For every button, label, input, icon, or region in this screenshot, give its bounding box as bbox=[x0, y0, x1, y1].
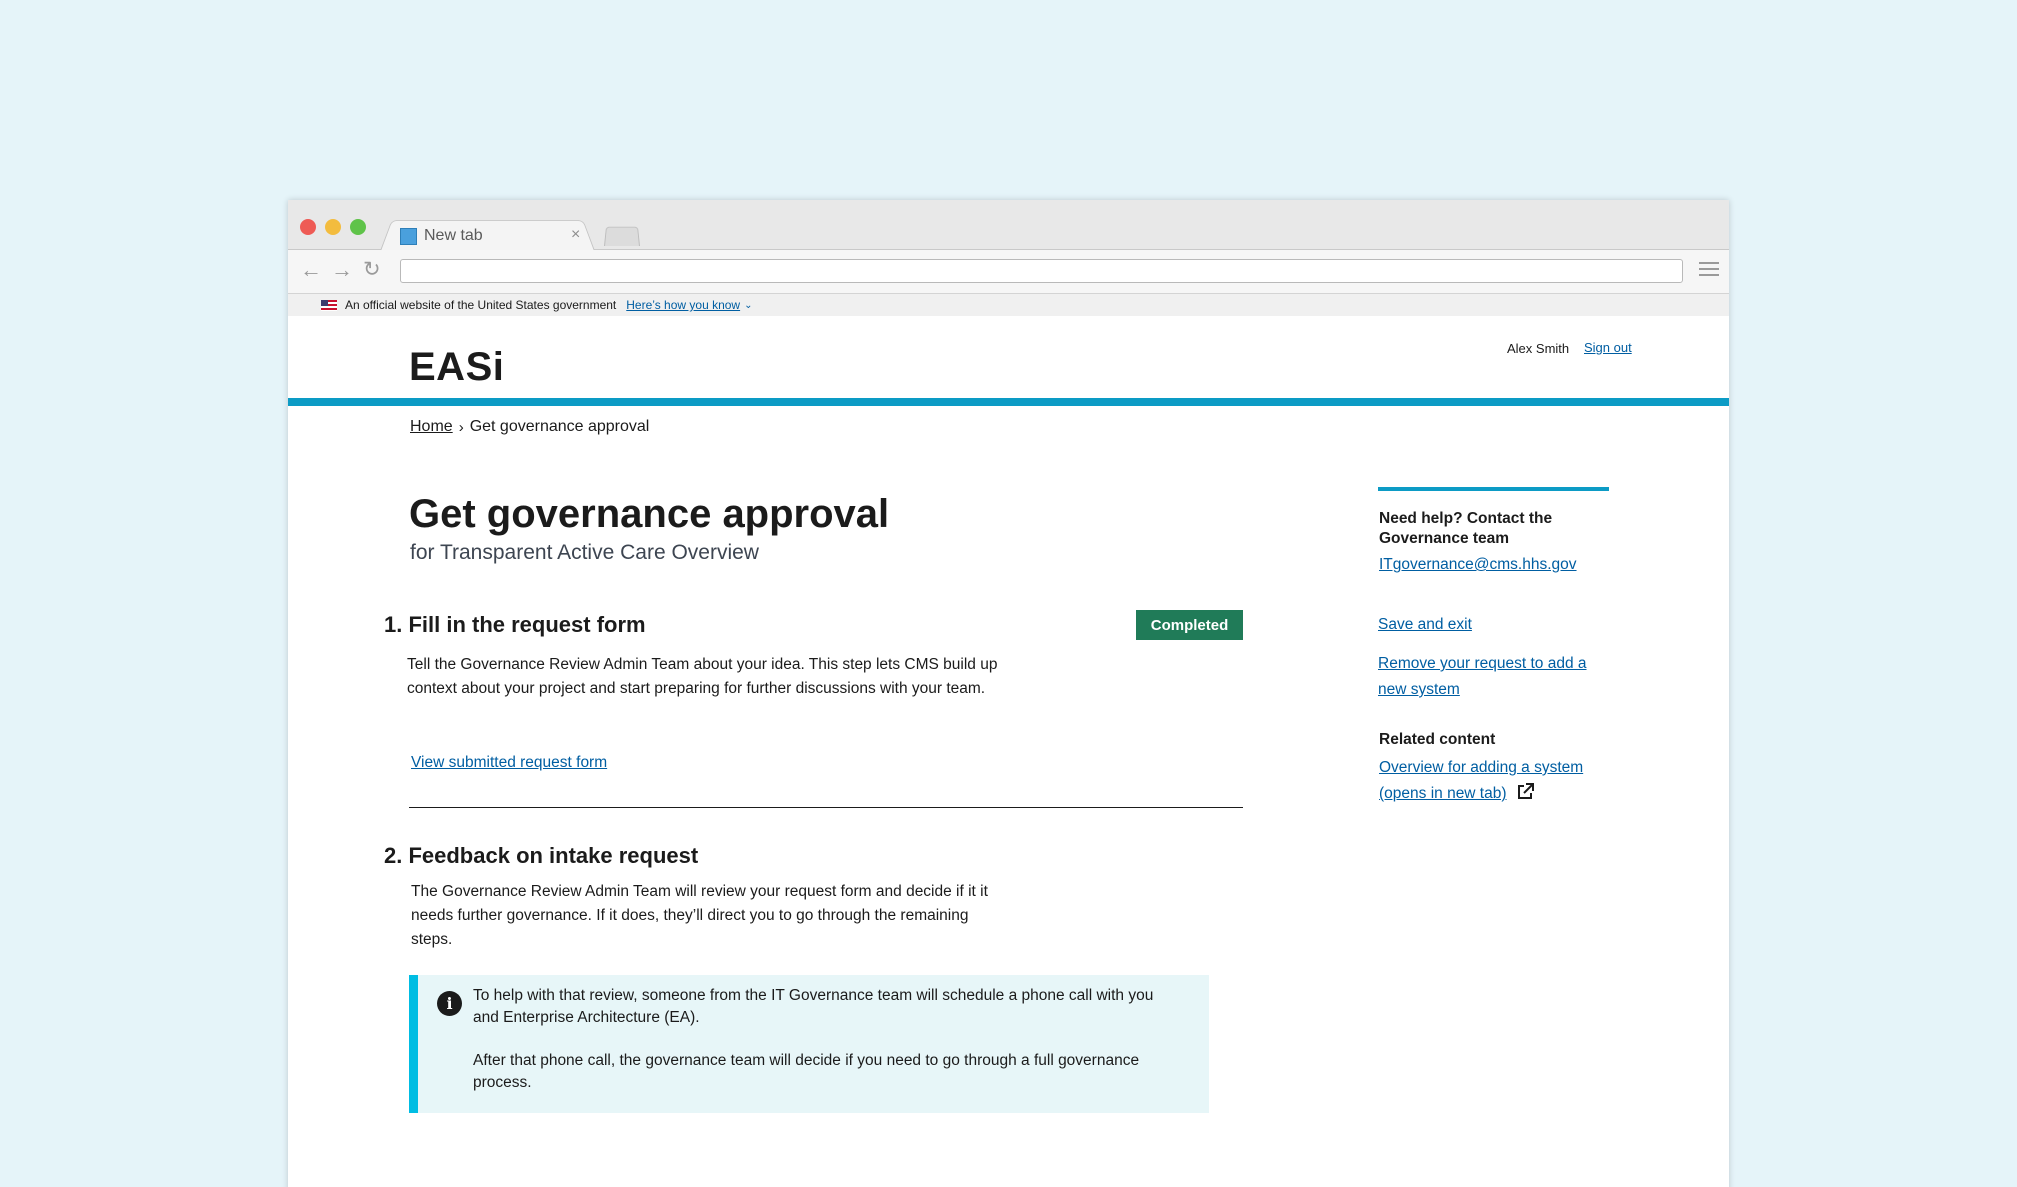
info-icon: i bbox=[437, 991, 462, 1016]
view-request-form-link[interactable]: View submitted request form bbox=[411, 754, 607, 772]
chevron-down-icon[interactable]: ⌄ bbox=[744, 300, 752, 311]
browser-window: New tab × ← → ↻ An official website of t… bbox=[288, 200, 1729, 1187]
browser-tab-bar: New tab × bbox=[288, 200, 1729, 251]
reload-icon[interactable]: ↻ bbox=[363, 258, 381, 282]
hamburger-menu-icon[interactable] bbox=[1699, 262, 1719, 278]
step-2-title: 2. Feedback on intake request bbox=[384, 843, 699, 868]
breadcrumb-current: Get governance approval bbox=[469, 418, 650, 435]
new-tab-button[interactable] bbox=[604, 226, 640, 246]
status-badge: Completed bbox=[1136, 610, 1243, 640]
tab-title: New tab bbox=[424, 227, 483, 244]
remove-request-link[interactable]: Remove your request to add a new system bbox=[1378, 651, 1613, 703]
maximize-window-button[interactable] bbox=[350, 219, 366, 235]
save-exit-link[interactable]: Save and exit bbox=[1378, 612, 1613, 638]
us-flag-icon bbox=[321, 299, 337, 311]
related-content-heading: Related content bbox=[1379, 731, 1496, 748]
close-window-button[interactable] bbox=[300, 219, 316, 235]
breadcrumb-home-link[interactable]: Home bbox=[410, 418, 453, 436]
browser-toolbar: ← → ↻ bbox=[288, 250, 1729, 294]
help-heading: Need help? Contact the Governance team bbox=[1379, 510, 1553, 547]
user-name: Alex Smith bbox=[1507, 341, 1570, 356]
step-1-description: Tell the Governance Review Admin Team ab… bbox=[407, 656, 998, 697]
minimize-window-button[interactable] bbox=[325, 219, 341, 235]
sidebar-accent-bar bbox=[1378, 487, 1609, 491]
browser-tab-content[interactable]: New tab bbox=[400, 226, 483, 246]
site-header: EASi Alex Smith Sign out bbox=[288, 316, 1729, 406]
gov-banner-text: An official website of the United States… bbox=[345, 298, 617, 312]
header-accent-bar bbox=[288, 398, 1729, 406]
alert-paragraph-1: To help with that review, someone from t… bbox=[473, 987, 1154, 1026]
step-divider bbox=[409, 807, 1243, 808]
how-you-know-link[interactable]: Here’s how you know bbox=[626, 298, 740, 312]
back-arrow-icon[interactable]: ← bbox=[300, 258, 322, 282]
overview-link[interactable]: Overview for adding a system (opens in n… bbox=[1379, 755, 1614, 807]
favicon-icon bbox=[400, 227, 417, 245]
gov-banner: An official website of the United States… bbox=[288, 294, 1729, 316]
breadcrumb: Home › Get governance approval bbox=[410, 418, 649, 436]
breadcrumb-separator-icon: › bbox=[458, 418, 464, 436]
page-title: Get governance approval bbox=[409, 492, 890, 536]
governance-email-link[interactable]: ITgovernance@cms.hhs.gov bbox=[1379, 556, 1577, 574]
step-1-title: 1. Fill in the request form bbox=[384, 612, 646, 637]
alert-paragraph-2: After that phone call, the governance te… bbox=[473, 1052, 1140, 1091]
page-subtitle: for Transparent Active Care Overview bbox=[410, 541, 759, 564]
forward-arrow-icon[interactable]: → bbox=[331, 258, 353, 282]
info-alert: i To help with that review, someone from… bbox=[409, 975, 1209, 1113]
address-bar[interactable] bbox=[400, 259, 1683, 283]
overview-link-text[interactable]: Overview for adding a system (opens in n… bbox=[1379, 759, 1583, 802]
sign-out-link[interactable]: Sign out bbox=[1584, 340, 1632, 355]
tab-close-icon[interactable]: × bbox=[571, 226, 580, 244]
site-logo[interactable]: EASi bbox=[409, 345, 504, 390]
external-link-icon bbox=[1517, 783, 1534, 799]
step-2-description: The Governance Review Admin Team will re… bbox=[411, 883, 988, 948]
